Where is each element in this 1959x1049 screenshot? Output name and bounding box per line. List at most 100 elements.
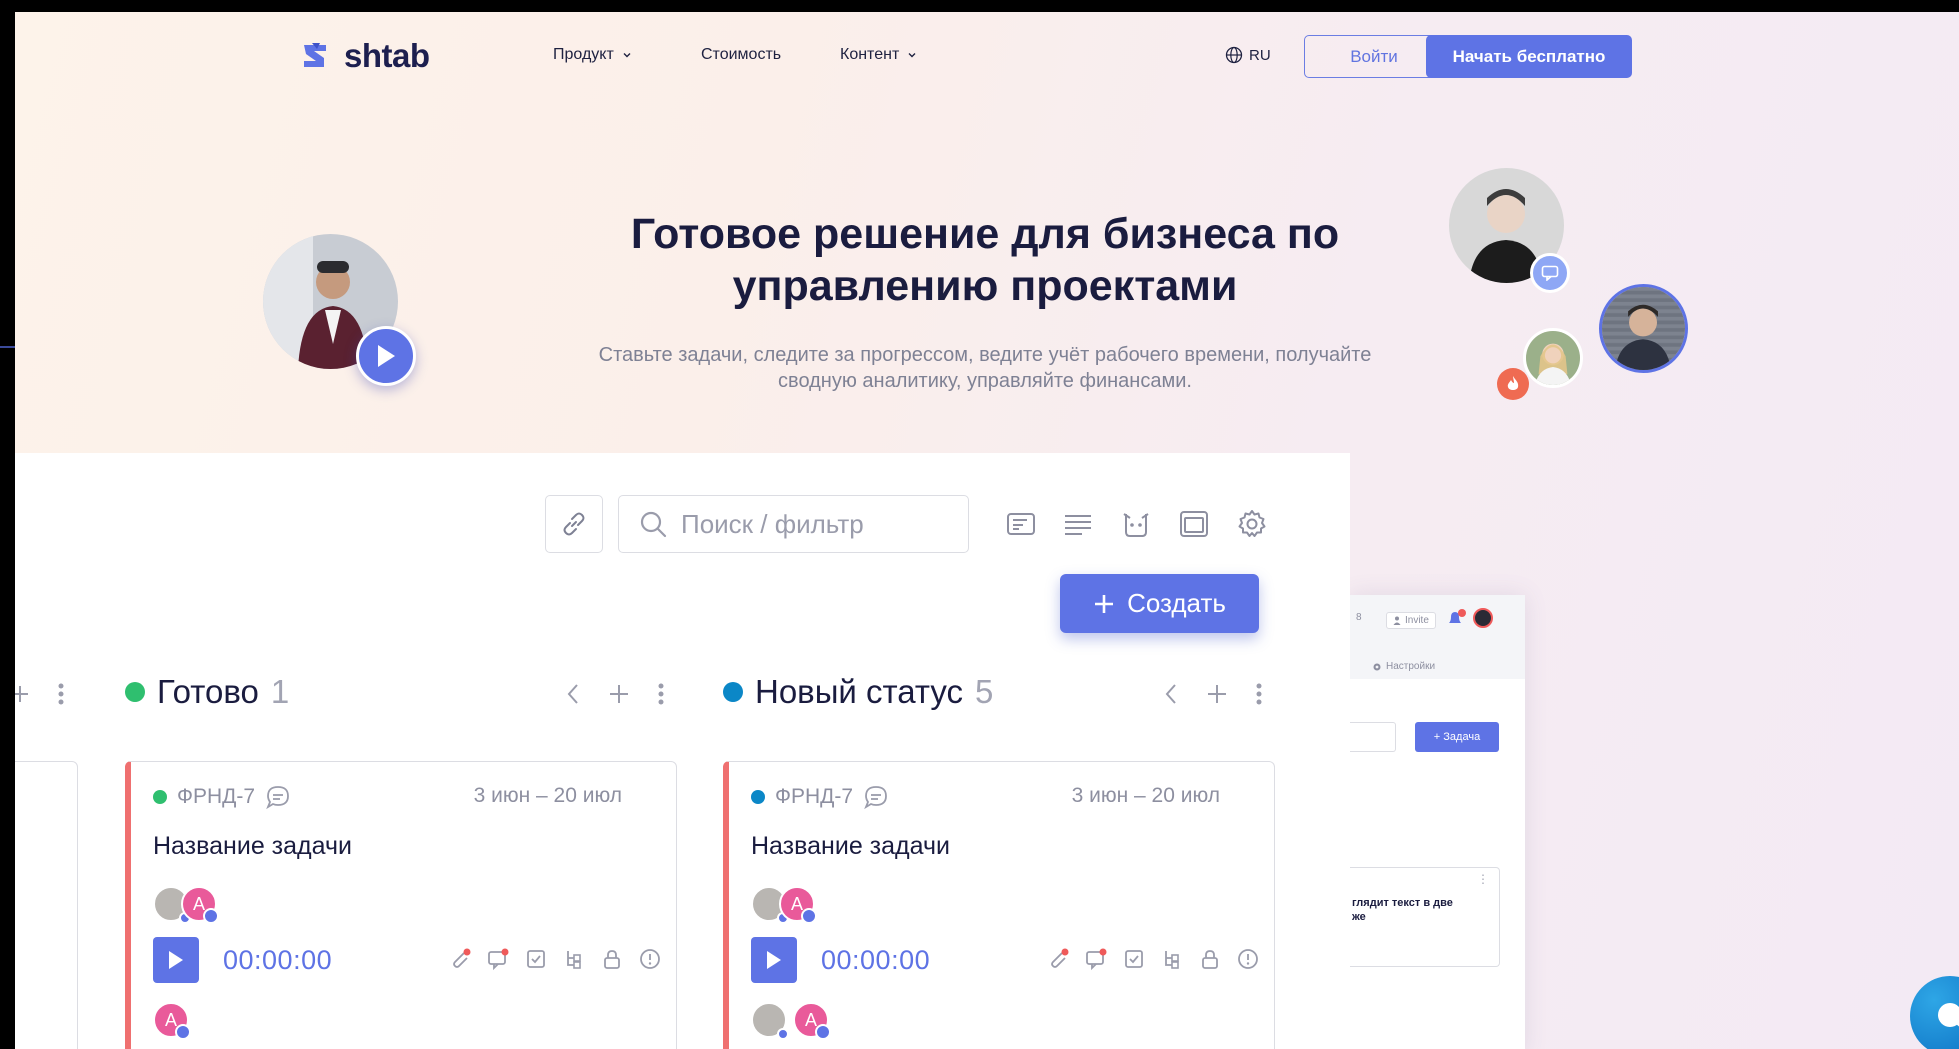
app-board-panel: Поиск / фильтр Создать Готово 1 ФРНД-7 3… [15,453,1350,1049]
person-photo-icon [1602,287,1685,370]
comment-icon [864,786,887,810]
status-dot [125,682,145,702]
avatar: A [181,886,219,924]
create-button-label: Создать [1127,588,1226,618]
more-vertical-icon[interactable] [1256,683,1262,705]
search-icon [640,511,667,538]
nav-product[interactable]: Продукт [553,46,632,64]
avatar-right-mid [1599,284,1688,373]
create-button[interactable]: Создать [1060,574,1259,633]
task-id: ФРНД-7 [177,785,256,808]
preview-invite: Invite [1386,612,1436,629]
globe-icon [1225,46,1243,64]
chevron-left-icon[interactable] [566,683,580,705]
gear-icon[interactable] [1236,508,1268,540]
task-card[interactable]: ФРНД-7 3 июн – 20 июл Название задачи A [125,761,677,1049]
preview-avatar [1473,608,1493,628]
preview-card-line: глядит текст в две [1352,897,1453,909]
lock-icon[interactable] [600,947,624,971]
subtask-icon[interactable] [1160,947,1184,971]
column-controls [566,683,664,705]
bell-icon [1449,609,1466,623]
column-count: 5 [975,673,994,710]
start-free-button[interactable]: Начать бесплатно [1426,35,1632,78]
nav-content-label: Контент [840,46,900,63]
task-observers: A [751,1002,831,1040]
play-icon [169,951,183,969]
bot-icon[interactable] [1120,508,1152,540]
preview-counter-text: 8 [1356,612,1362,623]
play-mini-icon [801,908,817,924]
more-vertical-icon[interactable] [58,683,64,705]
plus-icon[interactable] [15,684,30,704]
more-vertical-icon[interactable] [658,683,664,705]
column-count: 1 [270,673,290,710]
card-view-icon[interactable] [1005,508,1037,540]
window-view-icon[interactable] [1178,508,1210,540]
task-card[interactable]: ФРНД-7 3 июн – 20 июл Название задачи A [723,761,1275,1049]
task-card-partial[interactable]: юл w [15,761,78,1049]
plus-icon [1095,594,1114,613]
column-header-new-status: Новый статус 5 [723,673,993,711]
plus-icon[interactable] [1206,683,1228,705]
checklist-icon[interactable] [1122,947,1146,971]
chevron-down-icon [623,53,631,58]
timer-play-button[interactable] [751,937,797,983]
preview-settings-label: Настройки [1386,661,1436,672]
hero-title: Готовое решение для бизнеса по управлени… [475,208,1495,312]
support-chat-button[interactable] [1910,976,1959,1049]
play-icon [767,951,781,969]
preview-card: ⋮ глядит текст в две же [1350,867,1500,967]
timer-value: 00:00:00 [821,945,931,975]
language-switcher[interactable]: RU [1225,46,1271,64]
column-header-done: Готово 1 [125,673,289,711]
link-icon [563,512,585,536]
preview-settings: Настройки [1372,661,1435,672]
status-dot [153,790,167,804]
list-view-icon[interactable] [1062,508,1094,540]
language-label: RU [1249,46,1271,64]
attachment-icon[interactable] [1046,947,1070,971]
logo[interactable]: shtab [300,37,430,75]
column-title: Новый статус [755,673,964,710]
chat-icon[interactable] [486,947,510,971]
video-play-button[interactable] [356,326,416,386]
timer-play-button[interactable] [153,937,199,983]
landing-page: shtab Продукт Стоимость Контент RU Войти… [15,12,1959,1049]
info-icon[interactable] [638,947,662,971]
chat-bubble-icon [1938,1003,1959,1027]
info-icon[interactable] [1236,947,1260,971]
status-dot [723,682,743,702]
attachment-icon[interactable] [448,947,472,971]
play-mini-icon [203,908,219,924]
screen-border-top [0,0,1959,12]
nav-pricing[interactable]: Стоимость [701,46,781,64]
login-button[interactable]: Войти [1304,35,1444,78]
hero-subtitle-line: Ставьте задачи, следите за прогрессом, в… [598,344,1372,366]
search-input[interactable]: Поиск / фильтр [618,495,969,553]
preview-card-line: же [1352,911,1366,923]
screen-border-left [0,0,15,453]
column-controls-partial [15,683,64,705]
chat-badge [1530,253,1570,293]
task-dates: 3 июн – 20 июл [473,784,622,807]
copy-link-button[interactable] [545,495,603,553]
status-dot [751,790,765,804]
preview-task-label: Задача [1443,731,1481,743]
task-dates: 3 июн – 20 июл [1071,784,1220,807]
lock-icon[interactable] [1198,947,1222,971]
nav-pricing-label: Стоимость [701,46,782,63]
comment-icon [266,786,289,810]
nav-content[interactable]: Контент [840,46,917,64]
column-controls [1164,683,1262,705]
fire-badge [1497,368,1529,400]
subtask-icon[interactable] [562,947,586,971]
checklist-icon[interactable] [524,947,548,971]
chat-icon[interactable] [1084,947,1108,971]
chevron-left-icon[interactable] [1164,683,1178,705]
preview-invite-label: Invite [1405,615,1429,626]
hero-title-line: Готовое решение для бизнеса по [630,210,1340,258]
plus-icon[interactable] [608,683,630,705]
task-assignees: A [153,886,219,924]
screen-border-line [0,346,15,348]
